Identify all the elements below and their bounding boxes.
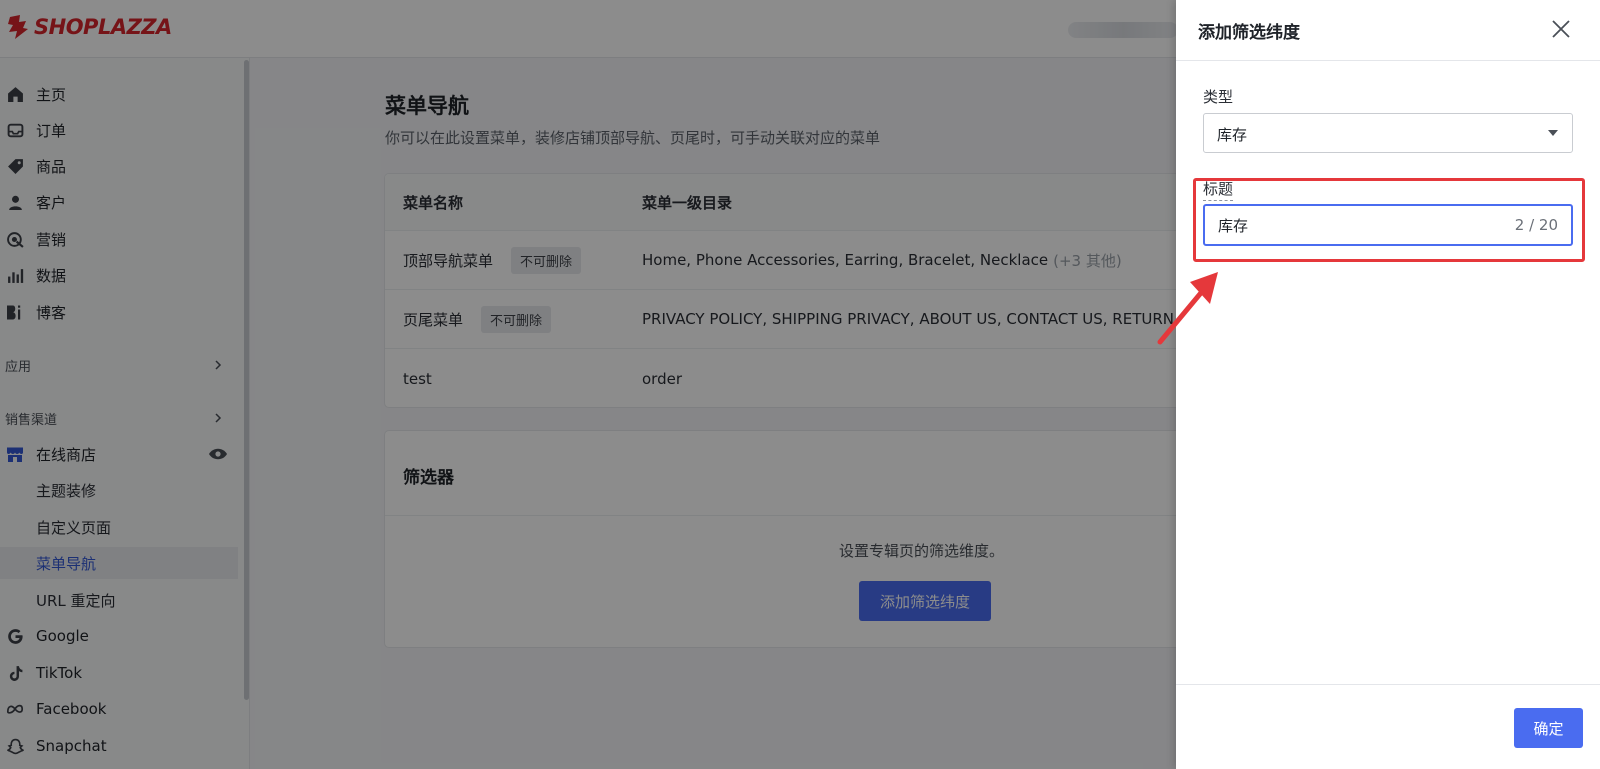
modal-mask[interactable] [0, 0, 1176, 769]
caret-down-icon [1548, 130, 1558, 136]
title-input[interactable] [1218, 214, 1478, 236]
confirm-button[interactable]: 确定 [1514, 708, 1583, 748]
type-select[interactable]: 库存 [1203, 113, 1573, 153]
add-filter-drawer: 添加筛选纬度 类型 库存 标题 2 / 20 确定 [1176, 0, 1600, 769]
title-label: 标题 [1203, 178, 1234, 201]
close-icon [1552, 20, 1570, 38]
drawer-footer: 确定 [1176, 684, 1600, 769]
type-select-value: 库存 [1217, 126, 1248, 144]
close-button[interactable] [1546, 14, 1576, 44]
type-label: 类型 [1203, 88, 1234, 106]
drawer-title: 添加筛选纬度 [1198, 23, 1300, 43]
title-input-wrapper[interactable]: 2 / 20 [1203, 204, 1573, 246]
drawer-header: 添加筛选纬度 [1176, 0, 1600, 61]
character-count: 2 / 20 [1514, 216, 1558, 234]
